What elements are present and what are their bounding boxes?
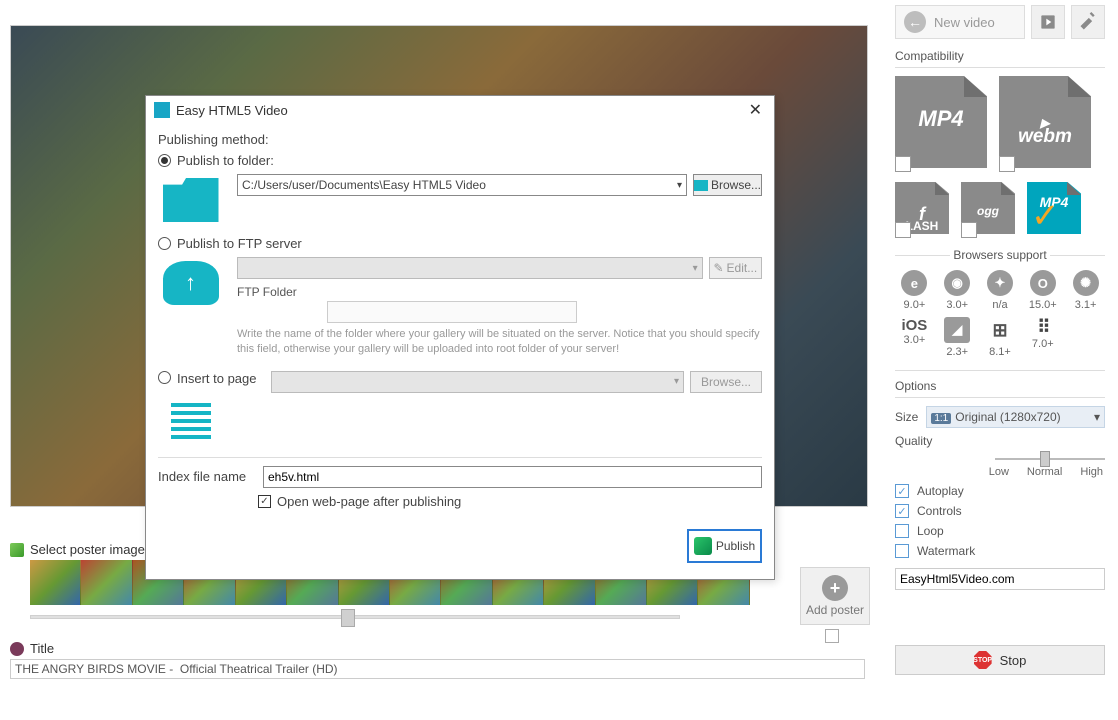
folder-path-combo[interactable]: C:/Users/user/Documents\Easy HTML5 Video… [237, 174, 687, 196]
radio-publish-ftp[interactable] [158, 237, 171, 250]
plus-icon: + [822, 575, 848, 601]
publish-dialog: Easy HTML5 Video ✕ Publishing method: Pu… [145, 95, 775, 580]
title-label: Title [30, 641, 54, 656]
firefox-icon: ✺ [1073, 270, 1099, 296]
autoplay-checkbox[interactable]: ✓ [895, 484, 909, 498]
android-icon: ◢ [944, 317, 970, 343]
ftp-folder-label: FTP Folder [237, 285, 762, 299]
watermark-checkbox[interactable]: ✓ [895, 544, 909, 558]
new-video-button[interactable]: ← New video [895, 5, 1025, 39]
format-webm[interactable]: ▶webm [999, 76, 1091, 172]
safari-icon: ✦ [987, 270, 1013, 296]
quality-label: Quality [895, 434, 932, 448]
size-label: Size [895, 410, 918, 424]
publish-button[interactable]: Publish [687, 529, 762, 563]
chevron-down-icon: ▾ [1094, 410, 1100, 424]
film-tool-button[interactable] [1031, 5, 1065, 39]
folder-icon [163, 178, 219, 222]
chrome-icon: ◉ [944, 270, 970, 296]
close-icon[interactable]: ✕ [745, 100, 766, 120]
format-mp4low[interactable]: MP4 ✓ [1027, 182, 1081, 238]
publishing-method-label: Publishing method: [158, 132, 762, 147]
options-title: Options [895, 379, 1105, 393]
stop-icon: STOP [974, 651, 992, 669]
loop-checkbox[interactable]: ✓ [895, 524, 909, 538]
check-icon: ✓ [1031, 196, 1060, 236]
format-mp4[interactable]: MP4 [895, 76, 987, 172]
folder-small-icon [694, 180, 708, 191]
radio-insert-page[interactable] [158, 371, 171, 384]
poster-label: Select poster image [30, 542, 145, 557]
app-icon [154, 102, 170, 118]
mp4-checkbox[interactable] [895, 156, 911, 172]
format-ogg[interactable]: ogg [961, 182, 1015, 238]
controls-checkbox[interactable]: ✓ [895, 504, 909, 518]
size-select[interactable]: 1:1Original (1280x720) ▾ [926, 406, 1105, 428]
ftp-server-combo[interactable]: ▾ [237, 257, 703, 279]
dialog-title: Easy HTML5 Video [176, 103, 288, 118]
open-after-checkbox[interactable]: ✓ [258, 495, 271, 508]
ftp-folder-input[interactable] [327, 301, 577, 323]
slider-thumb[interactable] [341, 609, 355, 627]
webm-checkbox[interactable] [999, 156, 1015, 172]
browse-page-button[interactable]: Browse... [690, 371, 762, 393]
format-flash[interactable]: fLASH [895, 182, 949, 238]
ogg-checkbox[interactable] [961, 222, 977, 238]
new-video-label: New video [934, 15, 995, 30]
title-icon [10, 642, 24, 656]
poster-checkbox[interactable] [825, 629, 839, 643]
ie-icon: e [901, 270, 927, 296]
flash-checkbox[interactable] [895, 222, 911, 238]
arrow-left-icon: ← [904, 11, 926, 33]
add-poster-label: Add poster [806, 603, 864, 617]
blackberry-icon: ⠿ [1023, 317, 1062, 338]
add-poster-button[interactable]: + Add poster [800, 567, 870, 625]
edit-tool-button[interactable] [1071, 5, 1105, 39]
chevron-down-icon: ▾ [677, 180, 682, 191]
ftp-hint: Write the name of the folder where your … [237, 327, 762, 357]
ios-icon: iOS [895, 317, 934, 334]
watermark-input[interactable] [895, 568, 1105, 590]
index-label: Index file name [158, 469, 253, 484]
edit-ftp-button[interactable]: ✎ Edit... [709, 257, 762, 279]
browse-folder-button[interactable]: Browse... [693, 174, 762, 196]
compat-title: Compatibility [895, 49, 1105, 63]
browsers-title: Browsers support [895, 248, 1105, 262]
quality-slider[interactable] [895, 454, 1105, 464]
stop-button[interactable]: STOP Stop [895, 645, 1105, 675]
title-input[interactable] [10, 659, 865, 679]
poster-slider[interactable] [30, 615, 680, 619]
quality-thumb[interactable] [1040, 451, 1050, 467]
insert-page-combo[interactable]: ▾ [271, 371, 684, 393]
poster-icon [10, 543, 24, 557]
browsers-grid: e9.0+ ◉3.0+ ✦n/a O15.0+ ✺3.1+ iOS3.0+ ◢2… [895, 270, 1105, 358]
index-file-input[interactable] [263, 466, 762, 488]
windows-icon: ⊞ [987, 317, 1013, 343]
publish-icon [694, 537, 712, 555]
upload-icon: ↑ [163, 261, 219, 305]
radio-publish-folder[interactable] [158, 154, 171, 167]
opera-icon: O [1030, 270, 1056, 296]
lines-icon [171, 403, 211, 443]
